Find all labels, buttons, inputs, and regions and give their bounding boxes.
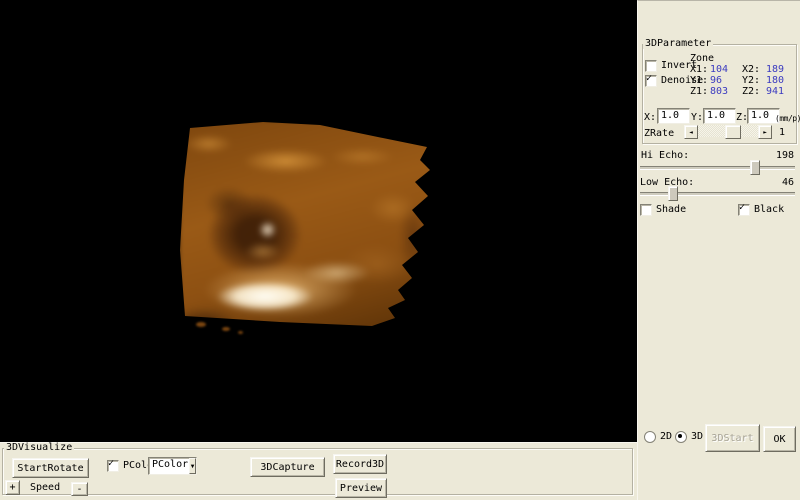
black-label: Black: [754, 204, 784, 215]
radio-circle: [644, 431, 656, 443]
zone-x1-value: 104: [710, 64, 742, 75]
zone-x2-value: 189: [766, 64, 796, 75]
y-scale-input[interactable]: 1.0: [703, 108, 736, 124]
zone-label: Zone: [690, 53, 714, 64]
parameter-panel: 3DParameter Invert ✓ Denoise Zone X1: 10…: [637, 0, 800, 500]
x-scale-label: X:: [644, 112, 656, 123]
preview-button[interactable]: Preview: [335, 478, 387, 498]
zrate-scroll-thumb[interactable]: [725, 125, 741, 139]
checkbox-box: [640, 204, 652, 216]
speed-minus-button[interactable]: -: [71, 482, 88, 496]
low-echo-slider-thumb[interactable]: [668, 186, 678, 201]
hi-echo-value: 198: [776, 150, 794, 161]
mode-3d-radio[interactable]: 3D: [675, 431, 703, 443]
render-viewport[interactable]: [0, 0, 637, 442]
shade-checkbox[interactable]: Shade: [640, 204, 686, 216]
visualize-group-label: 3DVisualize: [4, 443, 74, 453]
zone-z2-label: Z2:: [742, 86, 766, 97]
render-speck: [222, 327, 230, 331]
zone-z1-label: Z1:: [690, 86, 710, 97]
ok-button[interactable]: OK: [763, 426, 796, 452]
zone-x2-label: X2:: [742, 64, 766, 75]
low-echo-value: 46: [782, 177, 794, 188]
dropdown-arrow-icon[interactable]: ▼: [189, 458, 196, 474]
scroll-left-icon[interactable]: ◄: [684, 125, 698, 139]
radio-circle: [675, 431, 687, 443]
visualize-toolbar: 3DVisualize StartRotate + Speed - ✓ PCol…: [0, 442, 637, 500]
zone-x1-label: X1:: [690, 64, 710, 75]
zrate-scrollbar[interactable]: ◄ ►: [684, 125, 772, 137]
start-rotate-button[interactable]: StartRotate: [12, 458, 89, 478]
speed-label: Speed: [30, 482, 60, 493]
shade-label: Shade: [656, 204, 686, 215]
hi-echo-slider-thumb[interactable]: [750, 160, 760, 175]
scroll-right-icon[interactable]: ►: [758, 125, 772, 139]
zone-z2-value: 941: [766, 86, 796, 97]
check-icon: ✓: [739, 202, 745, 213]
zrate-label: ZRate: [644, 128, 674, 139]
3dcapture-button[interactable]: 3DCapture: [250, 457, 325, 477]
y-scale-label: Y:: [691, 112, 703, 123]
black-checkbox[interactable]: ✓ Black: [738, 204, 784, 216]
ultrasound-texture: [178, 118, 434, 333]
parameter-group-label: 3DParameter: [643, 39, 713, 49]
pcolor-dropdown-value: PColor: [149, 458, 189, 474]
check-icon: ✓: [108, 458, 114, 469]
zrate-scroll-track[interactable]: [698, 125, 758, 137]
checkbox-box: [645, 60, 657, 72]
x-scale-input[interactable]: 1.0: [657, 108, 690, 124]
ultrasound-volume-render: [178, 118, 434, 333]
checkbox-box: ✓: [107, 460, 119, 472]
mode-2d-label: 2D: [660, 431, 672, 442]
hi-echo-slider-track[interactable]: [640, 166, 795, 170]
app-window: 3DParameter Invert ✓ Denoise Zone X1: 10…: [0, 0, 800, 500]
low-echo-slider-track[interactable]: [640, 192, 795, 196]
zrate-value: 1: [779, 127, 785, 138]
zone-row-x: X1: 104 X2: 189: [690, 64, 796, 75]
check-icon: ✓: [646, 73, 652, 84]
render-speck: [238, 331, 243, 334]
mode-2d-radio[interactable]: 2D: [644, 431, 672, 443]
zone-y1-value: 96: [710, 75, 742, 86]
mm-per-pixel-unit: (mm/p): [775, 113, 800, 124]
zone-y2-label: Y2:: [742, 75, 766, 86]
render-speck: [196, 322, 206, 327]
zone-row-y: Y1: 96 Y2: 180: [690, 75, 796, 86]
pcolor-dropdown[interactable]: PColor ▼: [148, 457, 197, 475]
speed-plus-button[interactable]: +: [5, 480, 20, 495]
record3d-button[interactable]: Record3D: [333, 454, 387, 474]
3dstart-button[interactable]: 3DStart: [705, 424, 760, 452]
hi-echo-label: Hi Echo:: [641, 150, 689, 161]
zone-y2-value: 180: [766, 75, 796, 86]
zone-row-z: Z1: 803 Z2: 941: [690, 86, 796, 97]
zone-y1-label: Y1:: [690, 75, 710, 86]
zone-z1-value: 803: [710, 86, 742, 97]
radio-dot-icon: [678, 434, 682, 438]
checkbox-box: ✓: [645, 75, 657, 87]
checkbox-box: ✓: [738, 204, 750, 216]
mode-3d-label: 3D: [691, 431, 703, 442]
